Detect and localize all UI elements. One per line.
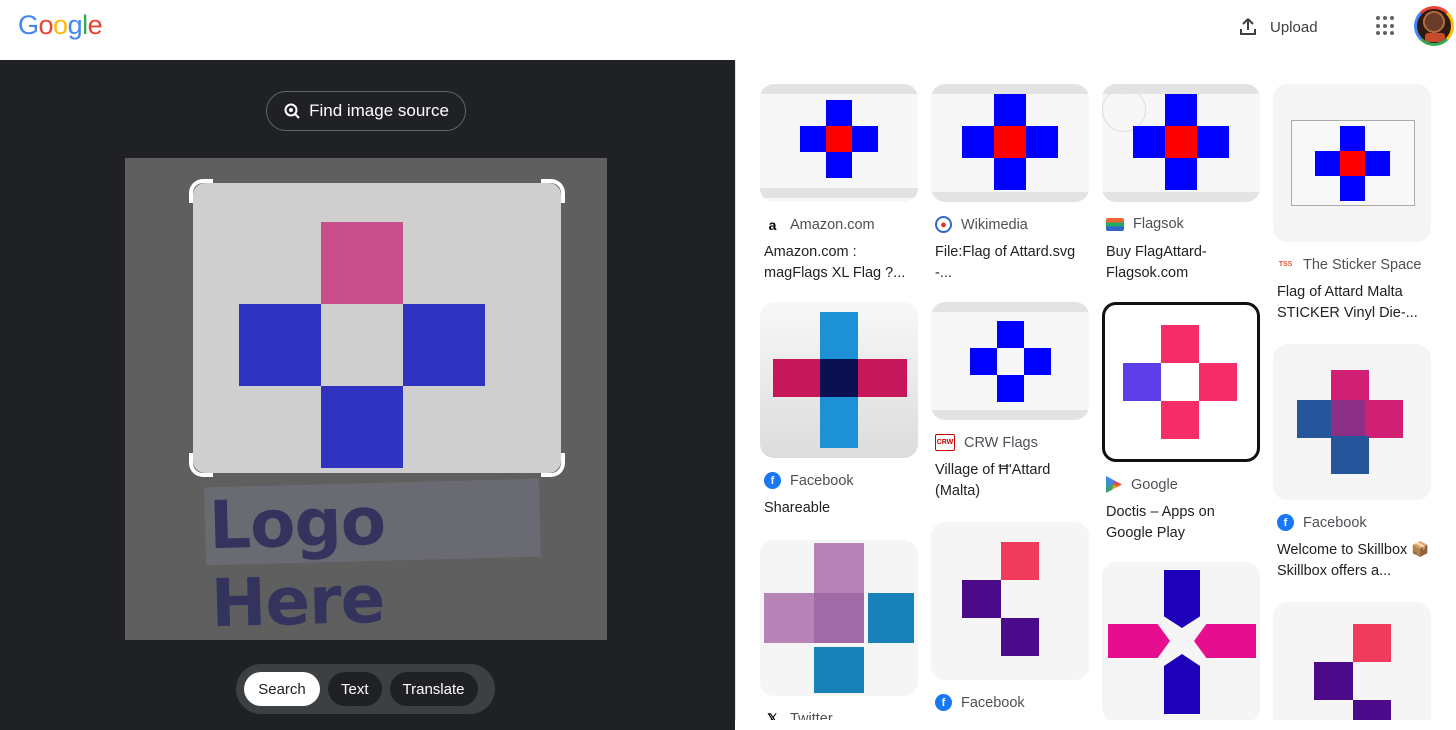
result-thumbnail <box>931 522 1089 680</box>
result-thumbnail <box>1273 84 1431 242</box>
mode-search-button[interactable]: Search <box>244 672 320 706</box>
result-thumbnail <box>760 302 918 458</box>
result-source: Twitter <box>790 710 833 721</box>
mode-translate-button[interactable]: Translate <box>389 672 478 706</box>
logo-square-blue <box>403 304 485 386</box>
logo-letter: o <box>38 10 54 40</box>
result-source: CRW Flags <box>964 434 1038 451</box>
facebook-icon: f <box>1277 514 1294 531</box>
logo-letter: G <box>18 10 39 40</box>
result-thumbnail <box>1102 562 1260 720</box>
lens-search-icon <box>284 103 300 119</box>
result-card[interactable]: CRW CRW Flags Village of Ħ'Attard (Malta) <box>931 302 1089 512</box>
crop-handle[interactable] <box>541 453 565 477</box>
crop-handle[interactable] <box>541 179 565 203</box>
sticker-space-icon: TSS <box>1278 261 1293 268</box>
crw-flags-icon: CRW <box>935 434 955 451</box>
result-source: Flagsok <box>1133 216 1184 232</box>
find-image-source-label: Find image source <box>309 101 449 120</box>
mode-switcher: Search Text Translate <box>236 664 495 714</box>
x-twitter-icon: 𝕏 <box>767 710 778 721</box>
crop-handle[interactable] <box>189 179 213 203</box>
result-source: Google <box>1131 476 1178 493</box>
result-title: Village of Ħ'Attard (Malta) <box>935 462 1051 499</box>
crop-selection[interactable] <box>189 179 565 477</box>
result-source: The Sticker Space <box>1303 256 1422 273</box>
result-title: Welcome to Skillbox 📦 Skillbox offers a.… <box>1277 542 1430 579</box>
amazon-icon: a <box>768 216 777 233</box>
logo-letter: e <box>87 10 103 40</box>
result-card[interactable]: f Facebook Welcome to Skillbox 📦 Skillbox… <box>1273 344 1431 594</box>
upload-label: Upload <box>1270 18 1318 36</box>
result-card[interactable]: TSS The Sticker Space Flag of Attard Malt… <box>1273 84 1431 334</box>
logo-square-blue <box>321 386 403 468</box>
result-card[interactable]: a Amazon.com Amazon.com : magFlags XL Fla… <box>760 84 918 294</box>
apps-grid-icon[interactable] <box>1376 16 1396 36</box>
visual-matches-panel: a Amazon.com Amazon.com : magFlags XL Fla… <box>735 60 1456 720</box>
google-logo[interactable]: Google <box>18 10 103 41</box>
lens-panel: Find image source Logo Here Search Text … <box>0 60 735 730</box>
crop-handle[interactable] <box>189 453 213 477</box>
result-thumbnail <box>1102 302 1260 462</box>
result-source: Facebook <box>1303 514 1367 531</box>
result-card[interactable]: f Facebook Shareable <box>760 302 918 532</box>
mode-text-button[interactable]: Text <box>328 672 382 706</box>
result-thumbnail <box>1273 344 1431 500</box>
result-source: Wikimedia <box>961 216 1028 233</box>
result-thumbnail <box>1102 84 1260 202</box>
logo-square-pink <box>321 222 403 304</box>
result-title: Flag of Attard Malta STICKER Vinyl Die-.… <box>1277 284 1418 321</box>
logo-square-blue <box>239 304 321 386</box>
facebook-icon: f <box>935 694 952 711</box>
result-card[interactable]: Flagsok Buy FlagAttard-Flagsok.com <box>1102 84 1260 294</box>
overlay-logo-text: Logo Here <box>204 478 541 640</box>
result-thumbnail <box>760 540 918 696</box>
result-title: Amazon.com : magFlags XL Flag ?... <box>764 244 906 281</box>
logo-letter: o <box>53 10 68 40</box>
result-thumbnail <box>1273 602 1431 720</box>
result-card[interactable] <box>1102 562 1260 720</box>
result-thumbnail <box>931 84 1089 202</box>
result-title: Doctis – Apps on Google Play <box>1106 504 1215 541</box>
result-card[interactable]: Google Doctis – Apps on Google Play <box>1102 302 1260 552</box>
result-title: Shareable <box>764 500 831 516</box>
result-title: File:Flag of Attard.svg -... <box>935 244 1076 281</box>
wikimedia-icon: ● <box>935 216 952 233</box>
result-title: Buy FlagAttard-Flagsok.com <box>1106 244 1207 281</box>
upload-icon <box>1240 18 1256 35</box>
flagsok-icon <box>1106 217 1124 231</box>
result-source: Facebook <box>961 694 1025 711</box>
result-card[interactable]: 𝕏 Twitter <box>760 540 918 720</box>
find-image-source-button[interactable]: Find image source <box>266 91 466 131</box>
result-source: Facebook <box>790 472 854 489</box>
result-thumbnail <box>931 302 1089 420</box>
result-card[interactable]: ● Wikimedia File:Flag of Attard.svg -... <box>931 84 1089 294</box>
account-avatar[interactable] <box>1414 6 1454 46</box>
result-thumbnail <box>760 84 918 202</box>
upload-button[interactable]: Upload <box>1238 14 1318 40</box>
result-card[interactable]: f Facebook <box>931 522 1089 720</box>
facebook-icon: f <box>764 472 781 489</box>
image-preview: Logo Here <box>125 158 607 640</box>
result-card[interactable] <box>1273 602 1431 720</box>
top-bar: Google Upload <box>0 0 1456 60</box>
google-play-icon <box>1106 476 1122 493</box>
logo-letter: g <box>67 10 83 40</box>
result-source: Amazon.com <box>790 216 875 233</box>
